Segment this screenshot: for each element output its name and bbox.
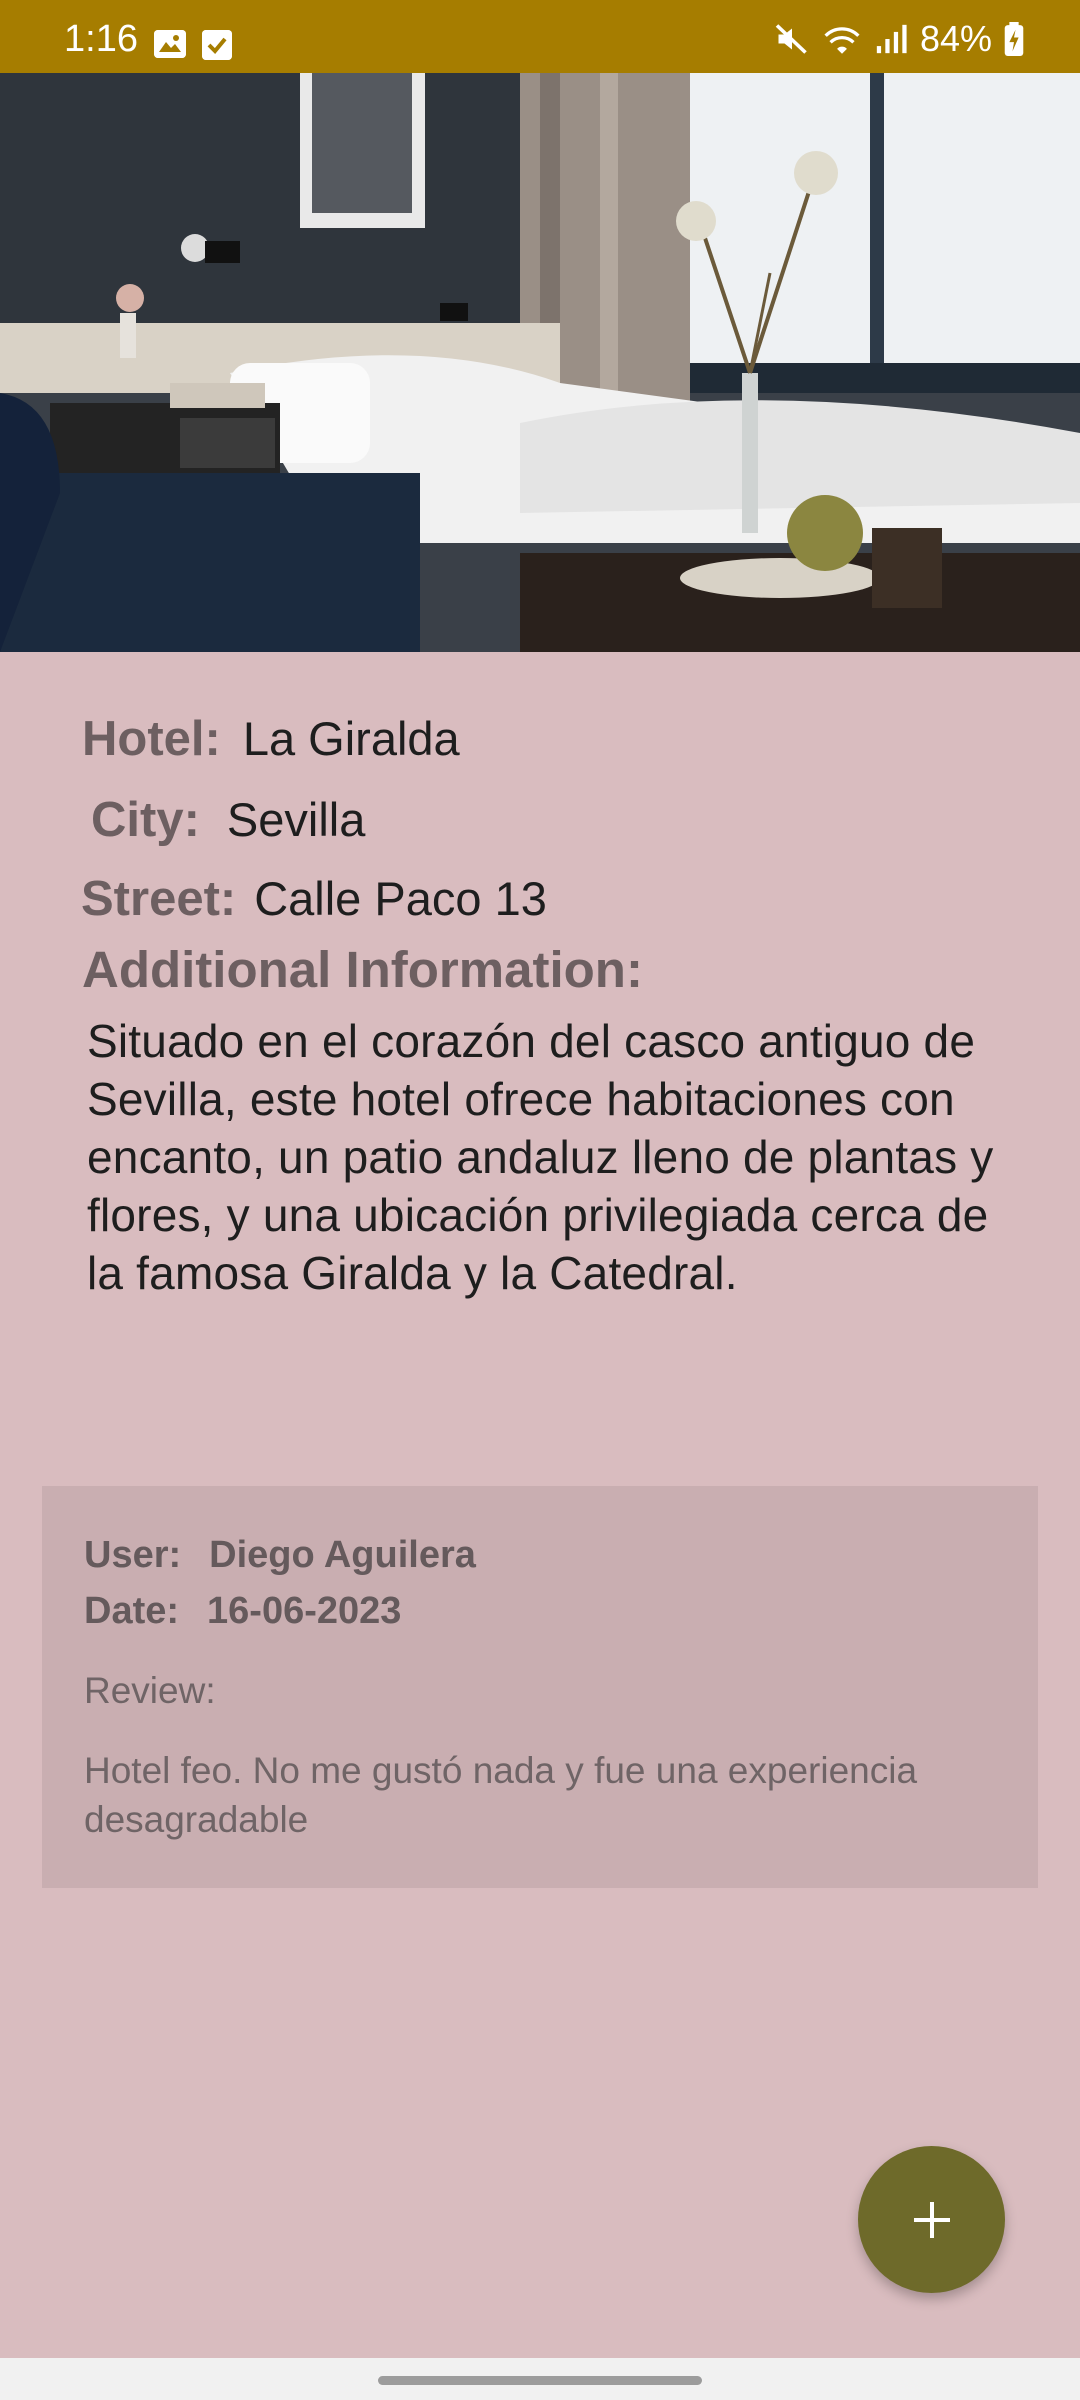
hotel-name-row: Hotel: La Giralda [82, 711, 460, 767]
review-label: Review: [84, 1670, 216, 1711]
review-card: User: Diego Aguilera Date: 16-06-2023 Re… [42, 1486, 1038, 1888]
user-value: Diego Aguilera [209, 1534, 476, 1576]
hotel-name: La Giralda [242, 712, 460, 765]
home-gesture-handle[interactable] [378, 2376, 702, 2385]
street-label: Street: [81, 872, 237, 926]
battery-text: 84% [919, 18, 992, 59]
wifi-icon [822, 21, 862, 57]
hotel-room-photo [0, 73, 1080, 652]
review-user-row: User: Diego Aguilera [84, 1534, 476, 1577]
mute-icon [774, 21, 810, 57]
review-date-row: Date: 16-06-2023 [84, 1590, 401, 1633]
review-text: Hotel feo. No me gustó nada y fue una ex… [84, 1750, 918, 1840]
signal-icon [874, 22, 908, 56]
city-value: Sevilla [226, 793, 366, 846]
hotel-room-photo-drawing [0, 73, 1080, 652]
image-icon [154, 30, 186, 58]
street-row: Street: Calle Paco 13 [81, 871, 547, 927]
hotel-label: Hotel: [82, 712, 221, 766]
plus-icon [913, 2201, 950, 2238]
date-value: 16-06-2023 [207, 1590, 402, 1632]
status-icons: 84% [774, 18, 1024, 60]
city-label: City: [91, 793, 200, 847]
navigation-bar [0, 2358, 1080, 2400]
additional-info-text: Situado en el corazón del casco antiguo … [87, 1015, 994, 1299]
street-value: Calle Paco 13 [254, 872, 547, 925]
date-label: Date: [84, 1590, 180, 1632]
add-review-button[interactable] [858, 2146, 1005, 2293]
checkbox-icon [202, 30, 232, 60]
status-bar: 1:16 84% [0, 0, 1080, 73]
city-row: City: Sevilla [91, 792, 365, 848]
status-time: 1:16 [64, 18, 138, 60]
battery-charging-icon [1004, 22, 1024, 56]
additional-info-label: Additional Information: [82, 941, 643, 998]
user-label: User: [84, 1534, 182, 1576]
